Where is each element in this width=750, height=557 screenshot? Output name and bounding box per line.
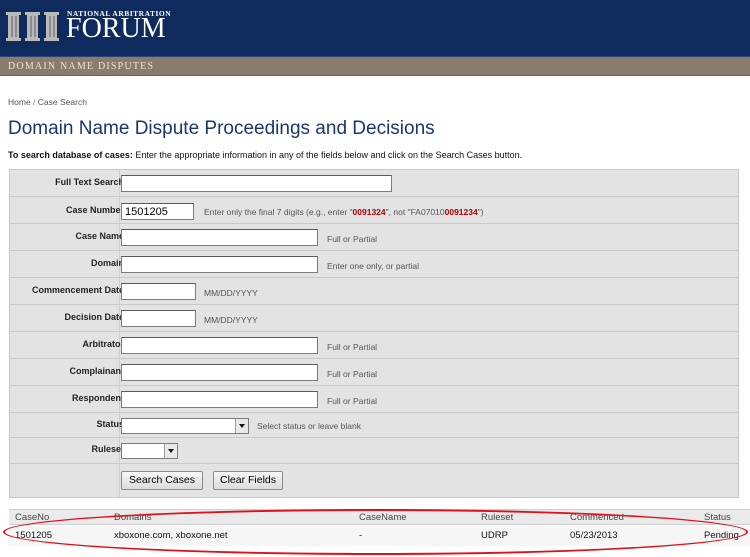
cell-case-name: - [359, 530, 363, 541]
cell-domains: xboxone.com, xboxone.net [114, 530, 228, 541]
case-search-form: Full Text Search Case Number Enter only … [9, 169, 739, 498]
instructions-text: Enter the appropriate information in any… [132, 150, 523, 160]
decision-date-hint: MM/DD/YYYY [204, 315, 258, 325]
breadcrumb-separator: / [30, 97, 38, 107]
complainant-label: Complainant [69, 366, 124, 376]
cell-commenced: 05/23/2013 [570, 530, 618, 541]
hint-part-a: Enter only the final 7 digits (e.g., ent… [204, 207, 353, 217]
cell-status: Pending [704, 530, 739, 541]
section-title: DOMAIN NAME DISPUTES [8, 61, 155, 72]
clear-fields-button[interactable]: Clear Fields [213, 471, 283, 490]
column-header-commenced[interactable]: Commenced [570, 512, 624, 523]
search-cases-button[interactable]: Search Cases [121, 471, 203, 490]
arbitrator-hint: Full or Partial [327, 342, 378, 352]
status-label: Status [96, 419, 124, 429]
search-instructions: To search database of cases: Enter the a… [8, 150, 522, 160]
domain-hint: Enter one only, or partial [327, 261, 419, 271]
chevron-down-icon[interactable] [164, 444, 177, 458]
arbitrator-input[interactable] [121, 337, 318, 354]
respondent-input[interactable] [121, 391, 318, 408]
results-table: CaseNo Domains CaseName Ruleset Commence… [9, 505, 750, 557]
case-name-input[interactable] [121, 229, 318, 246]
decision-date-input[interactable] [121, 310, 196, 327]
hint-example-suffix: 0091234 [444, 207, 478, 217]
status-select[interactable] [121, 418, 249, 434]
chevron-down-icon[interactable] [235, 419, 248, 433]
row-actions [10, 464, 738, 497]
page-title: Domain Name Dispute Proceedings and Deci… [8, 118, 435, 139]
case-name-hint: Full or Partial [327, 234, 378, 244]
table-row[interactable]: 1501205 xboxone.com, xboxone.net - UDRP … [9, 526, 750, 546]
column-header-casename[interactable]: CaseName [359, 512, 407, 523]
complainant-input[interactable] [121, 364, 318, 381]
ruleset-select[interactable] [121, 443, 178, 459]
row-commencement-date: Commencement Date [10, 278, 738, 305]
cell-case-no[interactable]: 1501205 [15, 530, 52, 541]
commencement-date-hint: MM/DD/YYYY [204, 288, 258, 298]
breadcrumb: Home / Case Search [8, 97, 87, 107]
row-ruleset: Ruleset [10, 438, 738, 464]
results-header-row: CaseNo Domains CaseName Ruleset Commence… [9, 509, 750, 525]
hint-part-b: ", not "FA07010 [385, 207, 445, 217]
org-name-big: FORUM [66, 13, 166, 44]
column-header-status[interactable]: Status [704, 512, 731, 523]
column-header-caseno[interactable]: CaseNo [15, 512, 49, 523]
full-text-input[interactable] [121, 175, 392, 192]
section-bar: DOMAIN NAME DISPUTES [0, 57, 750, 76]
ruleset-label: Ruleset [91, 444, 124, 454]
column-header-ruleset[interactable]: Ruleset [481, 512, 513, 523]
instructions-lead: To search database of cases: [8, 150, 133, 160]
cell-ruleset: UDRP [481, 530, 508, 541]
complainant-hint: Full or Partial [327, 369, 378, 379]
site-header: NATIONAL ARBITRATION FORUM [0, 0, 750, 57]
commencement-date-label: Commencement Date [31, 285, 124, 295]
row-status: Status [10, 413, 738, 438]
hint-part-c: ") [477, 207, 484, 217]
pillars-logo-icon [6, 12, 59, 41]
respondent-label: Respondent [71, 393, 124, 403]
commencement-date-input[interactable] [121, 283, 196, 300]
respondent-hint: Full or Partial [327, 396, 378, 406]
breadcrumb-home-link[interactable]: Home [8, 97, 31, 107]
row-decision-date: Decision Date [10, 305, 738, 332]
decision-date-label: Decision Date [64, 312, 124, 322]
hint-example-good: 0091324 [352, 207, 386, 217]
case-name-label: Case Name [75, 231, 124, 241]
case-number-hint: Enter only the final 7 digits (e.g., ent… [204, 207, 484, 217]
domain-label: Domain [90, 258, 124, 268]
arbitrator-label: Arbitrator [82, 339, 124, 349]
full-text-label: Full Text Search [55, 177, 124, 187]
case-number-label: Case Number [65, 205, 124, 215]
column-header-domains[interactable]: Domains [114, 512, 152, 523]
domain-input[interactable] [121, 256, 318, 273]
breadcrumb-current: Case Search [37, 97, 87, 107]
case-number-input[interactable] [121, 203, 194, 220]
status-hint: Select status or leave blank [257, 421, 361, 431]
